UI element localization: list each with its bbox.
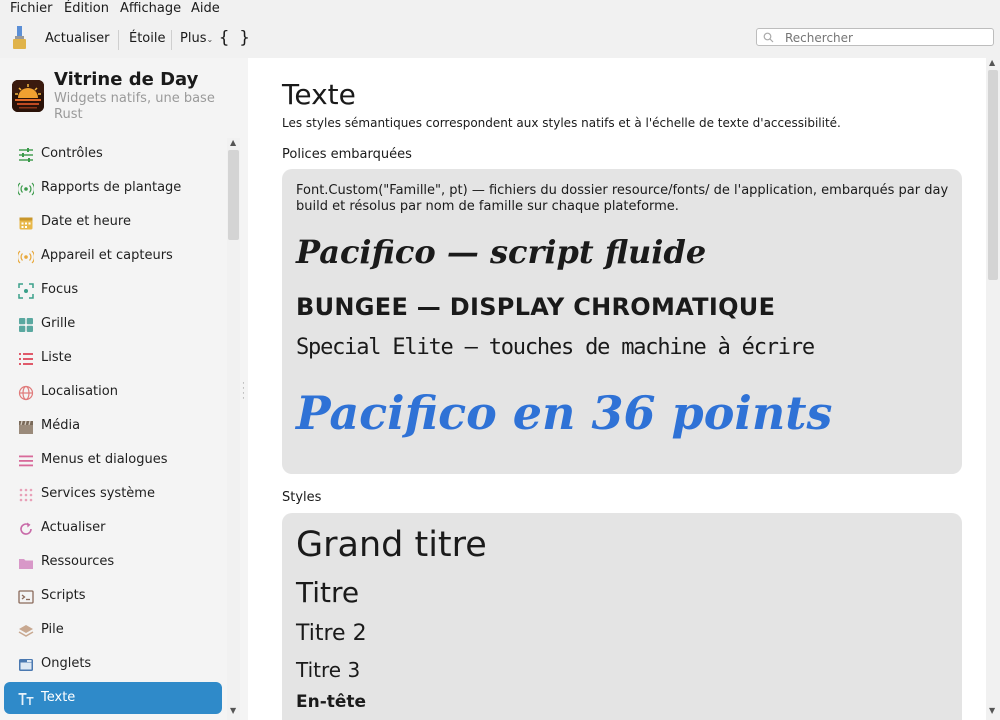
main-scroll-thumb[interactable] (988, 70, 998, 280)
sidebar-item-label: Scripts (41, 588, 86, 603)
sidebar-item-pile[interactable]: Pile (4, 614, 222, 646)
main-scrollbar[interactable]: ▲ ▼ (986, 58, 1000, 720)
section-title-embedded: Polices embarquées (282, 147, 412, 162)
grid-icon (19, 318, 33, 332)
menu-fichier[interactable]: Fichier (10, 1, 53, 16)
sidebar-item-menus[interactable]: Menus et dialogues (4, 444, 222, 476)
list-icon (19, 353, 33, 365)
scroll-down-arrow-icon[interactable]: ▼ (989, 706, 995, 715)
sidebar-item-onglets[interactable]: Onglets (4, 648, 222, 680)
sidebar-item-appareil[interactable]: Appareil et capteurs (4, 240, 222, 272)
font-sample-pacifico-36: Pacifico en 36 points (296, 386, 833, 440)
broadcast-icon (18, 182, 34, 196)
more-button[interactable]: Plus⌄ (180, 31, 213, 46)
scroll-up-arrow-icon[interactable]: ▲ (989, 58, 995, 67)
sidebar-item-label: Localisation (41, 384, 118, 399)
sidebar-item-controles[interactable]: Contrôles (4, 138, 222, 170)
scroll-down-arrow-icon[interactable]: ▼ (230, 706, 236, 715)
sidebar-item-scripts[interactable]: Scripts (4, 580, 222, 612)
sidebar: Vitrine de Day Widgets natifs, une base … (0, 58, 242, 720)
toolbar-separator (171, 30, 172, 50)
globe-icon (18, 385, 34, 401)
menu-icon (19, 455, 33, 467)
sidebar-scrollbar[interactable]: ▲ ▼ (227, 138, 240, 720)
sidebar-item-rapports[interactable]: Rapports de plantage (4, 172, 222, 204)
sidebar-item-media[interactable]: Média (4, 410, 222, 442)
sidebar-scroll-thumb[interactable] (228, 150, 239, 240)
sensor-icon (18, 250, 34, 264)
menu-affichage[interactable]: Affichage (120, 1, 181, 16)
style-title-2: Titre 2 (296, 621, 367, 646)
toolbar: Actualiser Étoile Plus⌄ { } (0, 18, 1000, 58)
app-subtitle: Widgets natifs, une base Rust (54, 91, 215, 122)
sidebar-item-label: Date et heure (41, 214, 131, 229)
app-logo (12, 80, 44, 112)
chevron-down-icon: ⌄ (206, 35, 214, 44)
sidebar-item-label: Ressources (41, 554, 115, 569)
style-title: Titre (296, 576, 360, 609)
scroll-up-arrow-icon[interactable]: ▲ (230, 138, 236, 147)
font-sample-bungee: Bungee — display chromatique (296, 293, 776, 321)
toolbar-separator (118, 30, 119, 50)
sidebar-item-liste[interactable]: Liste (4, 342, 222, 374)
dots-grid-icon (19, 488, 33, 502)
sidebar-item-label: Texte (41, 690, 76, 705)
sidebar-item-label: Menus et dialogues (41, 452, 168, 467)
font-sample-special-elite: Special Elite — touches de machine à écr… (296, 335, 815, 360)
focus-icon (18, 283, 34, 299)
style-headline: En-tête (296, 692, 367, 712)
sidebar-item-label: Onglets (41, 656, 92, 671)
menu-aide[interactable]: Aide (191, 1, 220, 16)
search-input[interactable] (756, 28, 994, 46)
splitter-handle[interactable]: · · · · (242, 380, 246, 404)
sidebar-item-label: Actualiser (41, 520, 106, 535)
sidebar-item-label: Focus (41, 282, 79, 297)
sidebar-item-label: Pile (41, 622, 64, 637)
sidebar-item-localisation[interactable]: Localisation (4, 376, 222, 408)
text-icon (18, 693, 34, 705)
sidebar-item-label: Grille (41, 316, 76, 331)
sidebar-item-label: Média (41, 418, 81, 433)
folder-icon (19, 559, 33, 569)
refresh-icon (20, 522, 32, 535)
search-icon (763, 32, 774, 43)
sidebar-item-ressources[interactable]: Ressources (4, 546, 222, 578)
brush-icon[interactable] (12, 26, 28, 50)
embedded-fonts-description: Font.Custom("Famille", pt) — fichiers du… (296, 183, 949, 214)
sidebar-item-label: Rapports de plantage (41, 180, 182, 195)
sidebar-item-services[interactable]: Services système (4, 478, 222, 510)
sliders-icon (19, 148, 33, 162)
app-title: Vitrine de Day (54, 69, 199, 90)
sidebar-item-label: Contrôles (41, 146, 103, 161)
sidebar-item-grille[interactable]: Grille (4, 308, 222, 340)
tabs-icon (19, 659, 33, 671)
menu-bar: Fichier Édition Affichage Aide (0, 0, 1000, 18)
clapper-icon (19, 420, 33, 434)
style-large-title: Grand titre (296, 525, 487, 565)
refresh-button[interactable]: Actualiser (45, 31, 109, 46)
menu-edition[interactable]: Édition (64, 1, 109, 16)
styles-card: Grand titre Titre Titre 2 Titre 3 En-têt… (282, 513, 962, 720)
sunset-logo-icon (12, 80, 44, 112)
sidebar-item-label: Appareil et capteurs (41, 248, 173, 263)
terminal-icon (18, 590, 34, 604)
sidebar-item-label: Services système (41, 486, 155, 501)
sidebar-item-label: Liste (41, 350, 72, 365)
sidebar-item-texte[interactable]: Texte (4, 682, 222, 714)
main-content: Texte Les styles sémantiques corresponde… (248, 58, 986, 720)
section-title-styles: Styles (282, 490, 322, 505)
sidebar-item-actualiser[interactable]: Actualiser (4, 512, 222, 544)
page-title: Texte (282, 78, 356, 111)
star-button[interactable]: Étoile (129, 31, 166, 46)
font-sample-pacifico: Pacifico — script fluide (296, 233, 707, 271)
more-label: Plus (180, 31, 207, 46)
sidebar-item-date-heure[interactable]: Date et heure (4, 206, 222, 238)
embedded-fonts-card: Font.Custom("Famille", pt) — fichiers du… (282, 169, 962, 474)
style-title-3: Titre 3 (296, 658, 361, 682)
braces-button[interactable]: { } (219, 28, 250, 48)
sidebar-item-focus[interactable]: Focus (4, 274, 222, 306)
calendar-icon (19, 217, 33, 230)
page-description: Les styles sémantiques correspondent aux… (282, 116, 841, 130)
stack-icon (18, 625, 34, 637)
